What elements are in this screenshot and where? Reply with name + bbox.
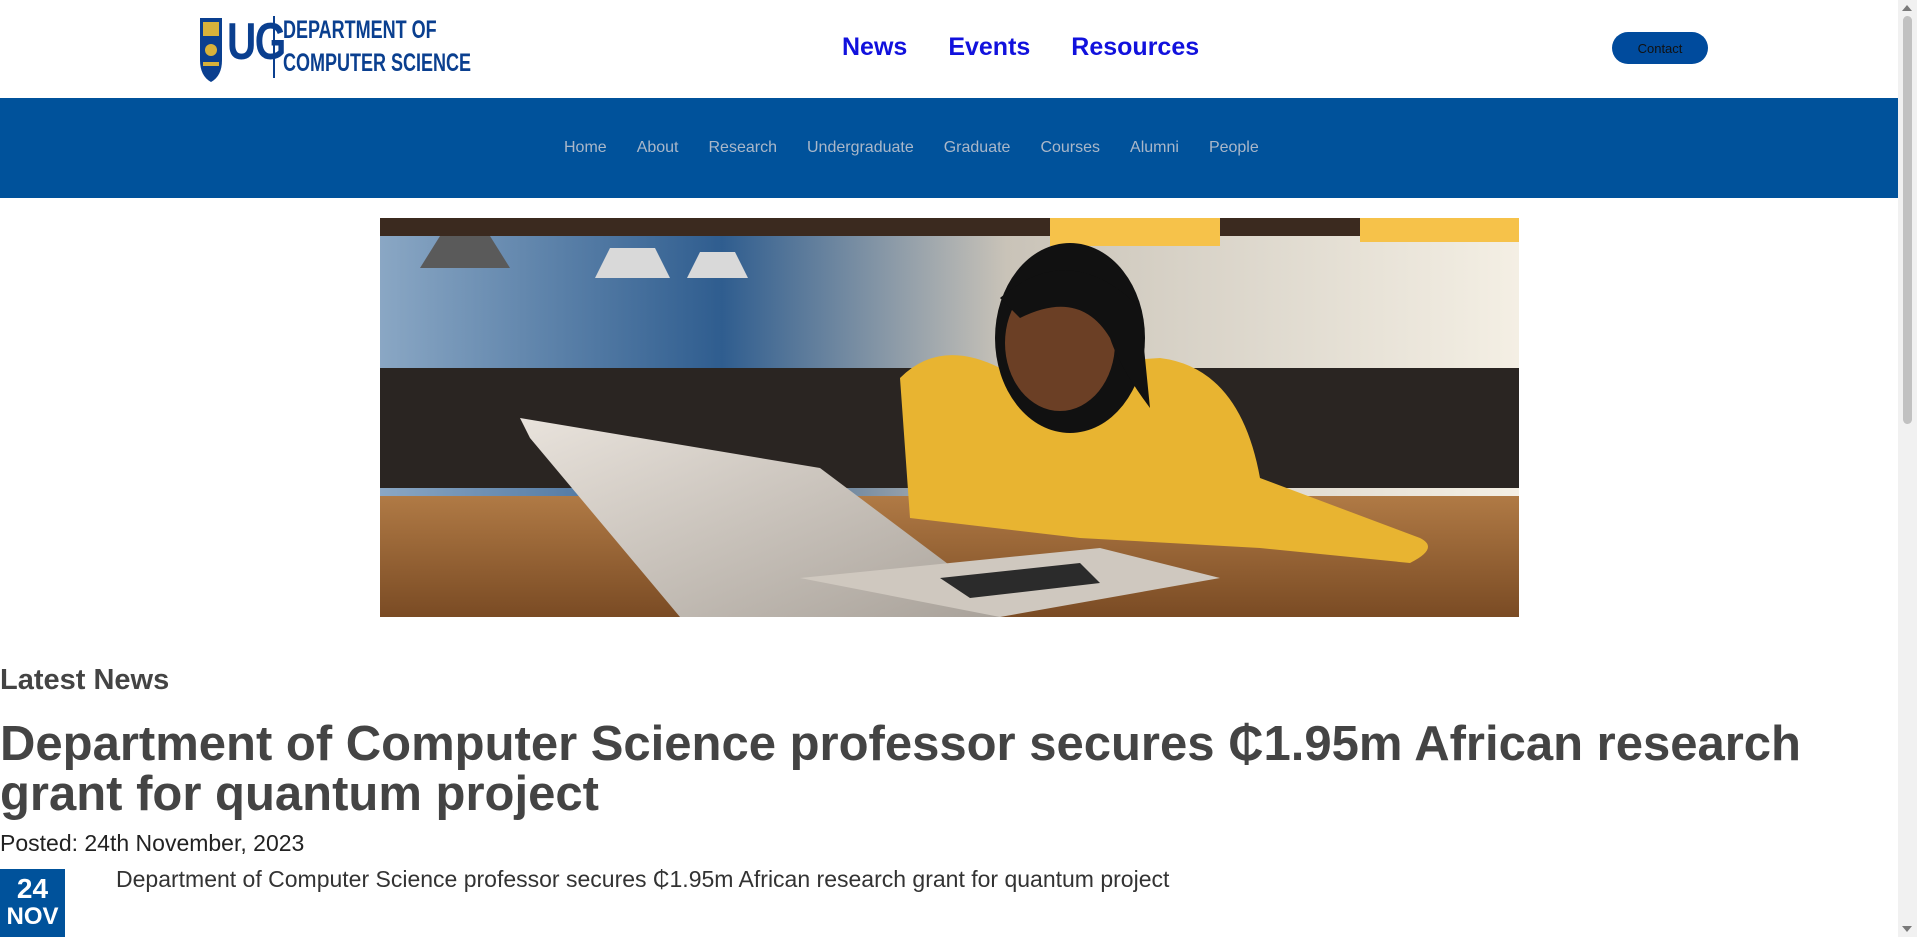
- scroll-up-arrow-icon[interactable]: [1902, 5, 1912, 11]
- news-summary[interactable]: Department of Computer Science professor…: [116, 866, 1169, 893]
- logo-dept-line1: DEPARTMENT OF: [283, 16, 437, 44]
- nav-resources-link[interactable]: Resources: [1071, 32, 1199, 62]
- main-nav-home[interactable]: Home: [564, 138, 607, 158]
- logo-divider: [273, 16, 275, 78]
- main-nav-about[interactable]: About: [637, 138, 679, 158]
- nav-news-link[interactable]: News: [842, 32, 907, 62]
- main-nav-alumni[interactable]: Alumni: [1130, 138, 1179, 158]
- posted-date: Posted: 24th November, 2023: [0, 830, 305, 856]
- scroll-down-arrow-icon[interactable]: [1902, 926, 1912, 932]
- main-nav-graduate[interactable]: Graduate: [944, 138, 1011, 158]
- vertical-scrollbar[interactable]: [1898, 0, 1917, 937]
- date-badge-day: 24: [16, 873, 49, 904]
- logo-initials: UG: [227, 13, 286, 71]
- news-headline[interactable]: Department of Computer Science professor…: [0, 719, 1880, 819]
- scrollbar-thumb[interactable]: [1903, 16, 1912, 424]
- main-nav-people[interactable]: People: [1209, 138, 1259, 158]
- main-nav-undergraduate[interactable]: Undergraduate: [807, 138, 914, 158]
- nav-events-link[interactable]: Events: [948, 32, 1030, 62]
- main-nav-bar: Home About Research Undergraduate Gradua…: [0, 98, 1898, 198]
- hero-image: [380, 218, 1519, 617]
- hero-photo-icon: [380, 218, 1519, 617]
- ug-logo[interactable]: UG DEPARTMENT OF COMPUTER SCIENCE: [199, 12, 471, 86]
- logo-department-name: DEPARTMENT OF COMPUTER SCIENCE: [283, 14, 471, 80]
- logo-dept-line2: COMPUTER SCIENCE: [283, 49, 472, 77]
- crest-icon: [200, 18, 222, 82]
- main-nav-courses[interactable]: Courses: [1040, 138, 1100, 158]
- site-header: UG DEPARTMENT OF COMPUTER SCIENCE News E…: [0, 0, 1898, 98]
- contact-button[interactable]: Contact: [1612, 32, 1708, 64]
- top-nav: News Events Resources: [842, 32, 1240, 62]
- main-nav: Home About Research Undergraduate Gradua…: [564, 138, 1289, 158]
- date-badge: 24 NOV: [0, 869, 65, 937]
- latest-news-title: Latest News: [0, 664, 170, 696]
- main-nav-research[interactable]: Research: [709, 138, 777, 158]
- date-badge-month: NOV: [6, 903, 59, 930]
